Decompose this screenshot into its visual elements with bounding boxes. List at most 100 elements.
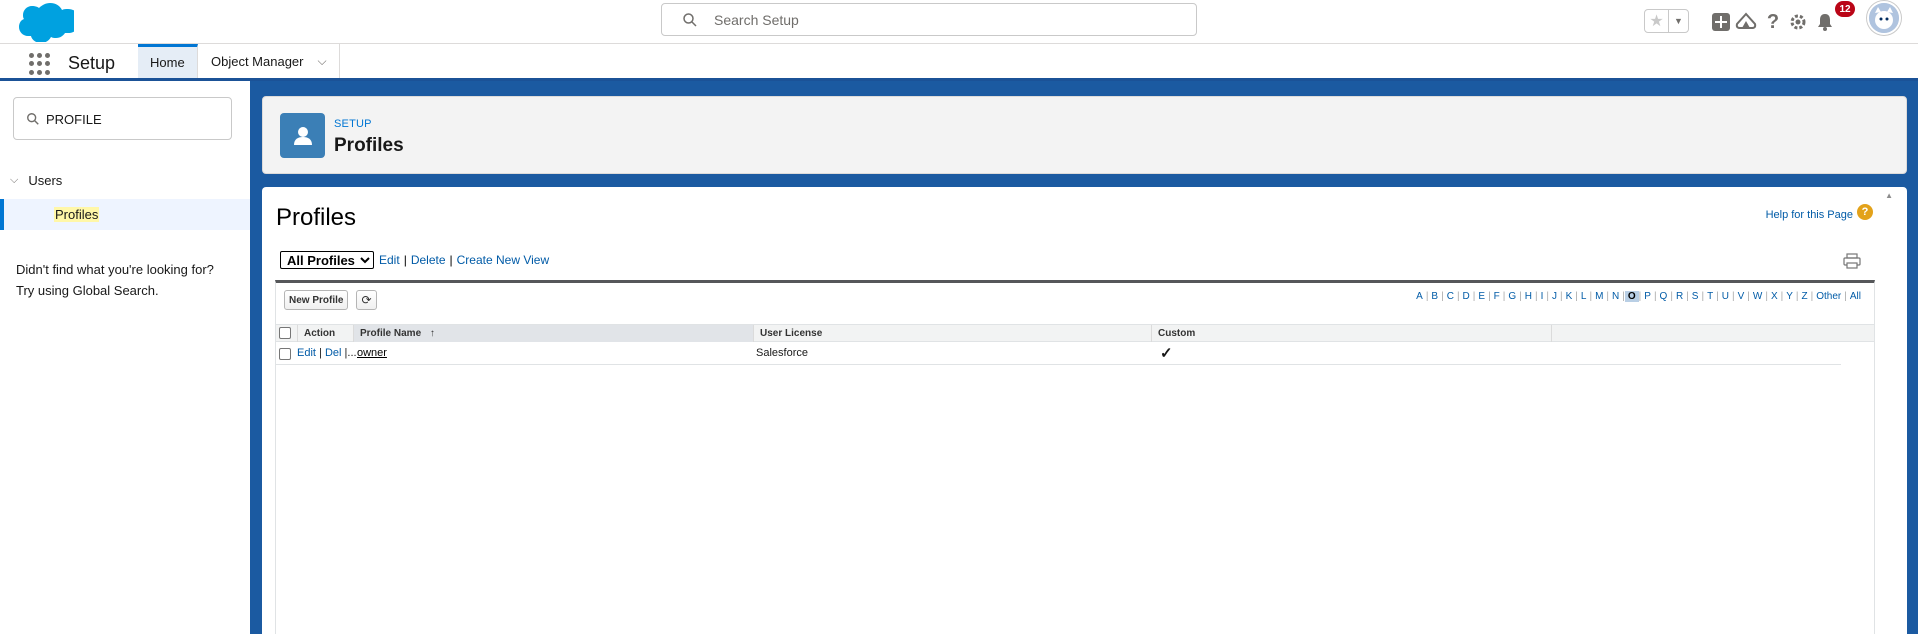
tab-object-manager-label: Object Manager	[211, 53, 304, 69]
tree-node-users[interactable]: ⌵ Users	[10, 173, 62, 188]
alpha-letter-p[interactable]: P	[1641, 291, 1654, 302]
profile-name-link[interactable]: owner	[357, 347, 387, 359]
alpha-filter: A | B | C | D | E | F | G | H | I | J | K | L | M | N | O | P | Q | R | S | T |…	[1413, 291, 1864, 302]
col-profile-name[interactable]: Profile Name ↑	[353, 325, 753, 342]
alpha-letter-y[interactable]: Y	[1783, 291, 1796, 302]
alpha-letter-s[interactable]: S	[1689, 291, 1702, 302]
row-checkbox[interactable]	[279, 348, 291, 360]
setup-search[interactable]	[661, 3, 1197, 36]
alpha-letter-f[interactable]: F	[1491, 291, 1503, 302]
create-view-link[interactable]: Create New View	[457, 253, 549, 267]
search-input[interactable]	[714, 10, 1174, 30]
trailhead-icon[interactable]	[1735, 11, 1757, 33]
alpha-letter-j[interactable]: J	[1549, 291, 1560, 302]
content-title: Profiles	[276, 204, 357, 231]
alpha-letter-o[interactable]: O	[1624, 291, 1639, 302]
row-custom-check: ✓	[1160, 345, 1173, 362]
row-actions: Edit | Del |...	[297, 343, 357, 364]
alpha-letter-v[interactable]: V	[1735, 291, 1748, 302]
help-for-page-link[interactable]: Help for this Page	[1766, 209, 1853, 221]
tree-node-label: Users	[28, 173, 63, 188]
alpha-letter-w[interactable]: W	[1750, 291, 1765, 302]
list-toolbar: New Profile ⟳ A | B | C | D | E | F | G | H | I | J | K | L | M |…	[276, 283, 1874, 319]
alpha-letter-m[interactable]: M	[1592, 291, 1606, 302]
view-select[interactable]: All Profiles	[280, 251, 374, 269]
refresh-icon[interactable]: ⟳	[356, 290, 377, 310]
salesforce-cloud-logo[interactable]	[14, 2, 74, 42]
gear-icon[interactable]	[1787, 11, 1809, 33]
alpha-letter-d[interactable]: D	[1460, 291, 1473, 302]
col-filler	[1551, 325, 1585, 342]
favorites-dropdown-icon[interactable]: ▼	[1668, 10, 1688, 32]
col-custom[interactable]: Custom	[1151, 325, 1551, 342]
quick-find-input[interactable]	[46, 109, 216, 129]
alpha-letter-r[interactable]: R	[1673, 291, 1686, 302]
app-launcher-icon[interactable]	[29, 53, 51, 75]
alpha-letter-u[interactable]: U	[1719, 291, 1732, 302]
alpha-letter-c[interactable]: C	[1444, 291, 1457, 302]
global-search-hint: Didn't find what you're looking for? Try…	[16, 259, 214, 301]
col-profile-name-label: Profile Name	[360, 328, 422, 339]
bell-icon[interactable]	[1814, 11, 1836, 33]
page-eyebrow: SETUP	[334, 118, 372, 130]
table-row: Edit | Del |... owner Salesforce ✓	[276, 343, 1841, 365]
alpha-letter-n[interactable]: N	[1609, 291, 1622, 302]
user-profile-icon	[280, 113, 325, 158]
profiles-content: ▲ Profiles Help for this Page ? All Prof…	[262, 187, 1907, 634]
select-all-checkbox[interactable]	[279, 327, 291, 339]
setup-sidebar: ⌵ Users Profiles Didn't find what you're…	[0, 81, 250, 634]
search-icon	[27, 113, 39, 125]
new-profile-button[interactable]: New Profile	[284, 290, 349, 310]
delete-view-link[interactable]: Delete	[411, 253, 446, 267]
profiles-list: New Profile ⟳ A | B | C | D | E | F | G | H | I | J | K | L | M |…	[275, 280, 1875, 634]
alpha-letter-q[interactable]: Q	[1657, 291, 1671, 302]
separator: |	[449, 253, 453, 267]
scroll-up-icon[interactable]: ▲	[1885, 191, 1893, 200]
alpha-letter-k[interactable]: K	[1563, 291, 1576, 302]
alpha-letter-g[interactable]: G	[1505, 291, 1519, 302]
alpha-letter-e[interactable]: E	[1475, 291, 1488, 302]
add-icon[interactable]	[1710, 11, 1732, 33]
row-edit-link[interactable]: Edit	[297, 347, 316, 359]
alpha-letter-z[interactable]: Z	[1799, 291, 1811, 302]
alpha-letter-other[interactable]: Other	[1813, 291, 1844, 302]
star-icon[interactable]: ★	[1645, 10, 1668, 32]
page-header: SETUP Profiles	[262, 96, 1907, 174]
alpha-letter-t[interactable]: T	[1704, 291, 1716, 302]
view-bar: All Profiles Edit | Delete | Create New …	[280, 251, 549, 269]
edit-view-link[interactable]: Edit	[379, 253, 400, 267]
tab-home-label: Home	[150, 55, 185, 70]
tab-home[interactable]: Home	[138, 44, 198, 78]
alpha-letter-l[interactable]: L	[1578, 291, 1590, 302]
chevron-down-icon[interactable]: ⌵	[10, 174, 18, 187]
alpha-letter-b[interactable]: B	[1428, 291, 1441, 302]
alpha-letter-x[interactable]: X	[1768, 291, 1781, 302]
alpha-letter-i[interactable]: I	[1538, 291, 1547, 302]
favorites-group: ★ ▼	[1644, 9, 1689, 33]
context-bar: Setup Home Object Manager ⌵	[0, 44, 1918, 81]
grid-header: Action Profile Name ↑ User License Custo…	[276, 324, 1874, 342]
hint-line-2: Try using Global Search.	[16, 283, 159, 298]
search-icon	[683, 13, 697, 27]
tab-object-manager[interactable]: Object Manager ⌵	[199, 44, 340, 78]
row-del-link[interactable]: Del	[325, 347, 342, 359]
separator: |	[403, 253, 407, 267]
col-user-license[interactable]: User License	[753, 325, 1151, 342]
help-icon[interactable]: ?	[1857, 204, 1873, 220]
chevron-down-icon[interactable]: ⌵	[318, 54, 327, 69]
tree-item-profiles[interactable]: Profiles	[0, 199, 250, 230]
row-profile-name: owner	[357, 343, 387, 364]
help-icon[interactable]: ?	[1762, 11, 1784, 33]
alpha-letter-all[interactable]: All	[1847, 291, 1864, 302]
row-user-license: Salesforce	[756, 347, 808, 359]
row-more[interactable]: |...	[345, 347, 357, 359]
print-icon[interactable]	[1843, 253, 1861, 269]
alpha-letter-a[interactable]: A	[1413, 291, 1426, 302]
user-avatar[interactable]	[1867, 1, 1901, 35]
page-title: Profiles	[334, 135, 404, 156]
notification-badge: 12	[1835, 1, 1855, 17]
app-name: Setup	[68, 53, 116, 73]
user-profile-icon	[1869, 3, 1899, 33]
alpha-letter-h[interactable]: H	[1522, 291, 1535, 302]
quick-find-box[interactable]	[13, 97, 232, 140]
